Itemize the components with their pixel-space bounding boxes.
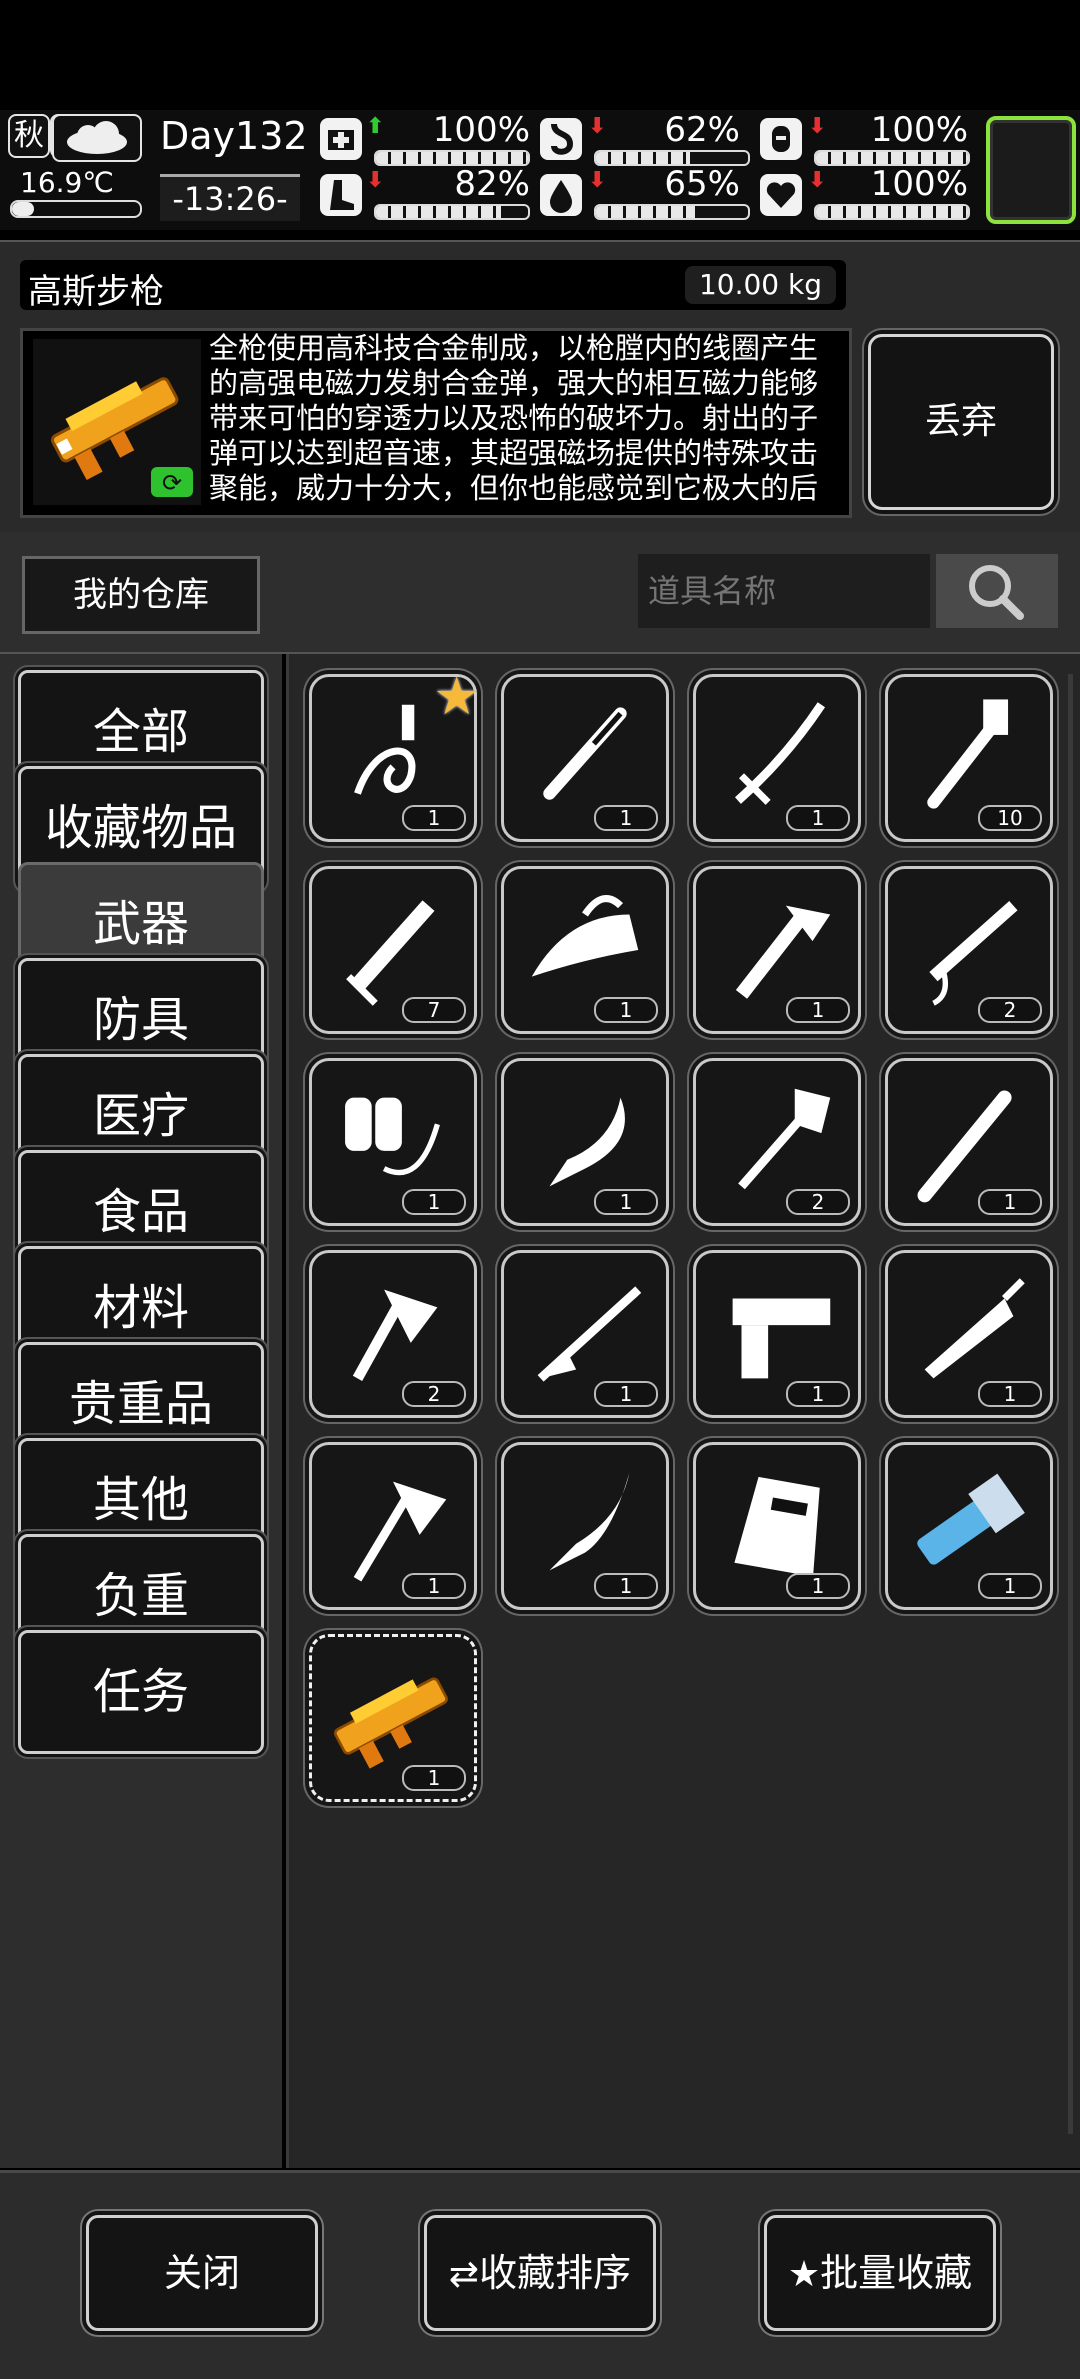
item-name: 高斯步枪 [28,272,164,312]
item-count: 1 [786,805,850,831]
inventory-slot[interactable]: 2 [693,1058,861,1226]
scrollbar[interactable] [1068,674,1073,2134]
inventory-slot[interactable]: 1 [885,1442,1053,1610]
inventory-slot[interactable]: 1 [501,1442,669,1610]
batch-favorite-label: 批量收藏 [820,2251,973,2295]
item-count: 1 [402,805,466,831]
item-count: 1 [594,1573,658,1599]
stomach-icon [540,118,582,160]
item-count: 1 [978,1381,1042,1407]
batch-favorite-button[interactable]: ★批量收藏 [764,2215,996,2331]
temperature: 16.9℃ [20,166,114,199]
item-count: 1 [402,1573,466,1599]
item-detail-panel: 高斯步枪 10.00 kg ⟳ 全枪使用高科技合金制成，以枪膛内的线圈产生的高强… [0,240,1080,534]
inventory-slot[interactable]: 2 [309,1250,477,1418]
item-count: 1 [402,1765,466,1791]
item-name-bar: 高斯步枪 10.00 kg [20,260,846,312]
star-icon: ★ [787,2254,821,2295]
inventory-slot[interactable]: 1 ★ [309,667,480,842]
status-bar: 秋 16.9℃ Day132 -13:26- ⬆ 100% ⬇ 62% ⬇ 10… [0,110,1080,230]
inventory-slot[interactable]: 7 [309,866,477,1034]
season-badge: 秋 [8,114,50,158]
item-count: 7 [402,997,466,1023]
inventory-slot[interactable]: 1 [309,1634,477,1802]
inventory-grid: 1 ★ 1 1 10 7 1 1 2 1 1 2 1 2 1 1 1 1 1 1 1 1 [286,654,1080,2168]
inventory-slot[interactable]: 1 [309,1442,477,1610]
search-icon [969,565,1024,620]
item-count: 1 [402,1189,466,1215]
category-10[interactable]: 任务 [18,1630,264,1754]
water-bar [594,204,750,220]
inventory-slot[interactable]: 1 [885,1058,1053,1226]
item-count: 1 [594,997,658,1023]
sort-favorites-button[interactable]: ⇄收藏排序 [424,2215,656,2331]
inventory-slot[interactable]: 1 [501,674,669,842]
inventory-slot[interactable]: 1 [501,866,669,1034]
energy-value: 100% [870,110,968,150]
item-count: 1 [978,1189,1042,1215]
gauss-rifle-icon: ⟳ [33,339,201,505]
inventory-slot[interactable]: 1 [501,1250,669,1418]
item-count: 2 [786,1189,850,1215]
clock: -13:26- [160,174,300,221]
inventory-slot[interactable]: 1 [885,1250,1053,1418]
inventory-slot[interactable]: 1 [693,674,861,842]
stomach-value: 62% [664,110,740,150]
item-count: 1 [786,1381,850,1407]
discard-button[interactable]: 丢弃 [868,334,1054,510]
stamina-bar [374,204,530,220]
item-count: 1 [786,997,850,1023]
health-icon [320,118,362,160]
sort-favorites-label: 收藏排序 [479,2251,632,2295]
svg-text:⟳: ⟳ [162,469,182,497]
item-count: 1 [594,805,658,831]
stamina-icon [320,174,362,216]
inventory-slot[interactable]: 2 [885,866,1053,1034]
item-description: 全枪使用高科技合金制成，以枪膛内的线圈产生的高强电磁力发射合金弹，强大的相互磁力… [209,331,819,505]
inventory-slot[interactable]: 10 [885,674,1053,842]
favorite-star-icon: ★ [433,667,480,727]
item-count: 1 [594,1381,658,1407]
health-value: 100% [432,110,530,150]
item-count: 10 [978,805,1042,831]
item-weight: 10.00 kg [684,266,836,304]
item-count: 1 [786,1573,850,1599]
mood-value: 100% [870,164,968,204]
water-value: 65% [664,164,740,204]
item-count: 1 [978,1573,1042,1599]
item-count: 2 [978,997,1042,1023]
inventory-slot[interactable]: 1 [693,1250,861,1418]
stamina-value: 82% [454,164,530,204]
warehouse-header: 我的仓库 [0,532,1080,654]
cloud-icon [52,114,142,162]
inventory-slot[interactable]: 1 [693,866,861,1034]
item-description-box: ⟳ 全枪使用高科技合金制成，以枪膛内的线圈产生的高强电磁力发射合金弹，强大的相互… [20,328,852,518]
item-count: 1 [594,1189,658,1215]
temperature-gauge [10,200,142,218]
mood-bar [814,204,970,220]
search-button[interactable] [936,554,1058,628]
item-count: 2 [402,1381,466,1407]
day-counter: Day132 [160,114,308,158]
inventory-slot[interactable]: 1 [693,1442,861,1610]
close-label: 关闭 [163,2251,240,2295]
close-button[interactable]: 关闭 [86,2215,318,2331]
sort-arrows-icon: ⇄ [448,2254,480,2295]
equipped-slot[interactable] [986,116,1076,224]
water-icon [540,174,582,216]
search-input[interactable] [638,554,930,628]
warehouse-title: 我的仓库 [22,556,260,634]
energy-icon [760,118,802,160]
inventory-slot[interactable]: 1 [501,1058,669,1226]
category-panel: 全部 收藏物品 武器 防具 医疗 食品 材料 贵重品 其他 负重 任务 [0,654,282,2168]
inventory-slot[interactable]: 1 [309,1058,477,1226]
mood-icon [760,174,802,216]
